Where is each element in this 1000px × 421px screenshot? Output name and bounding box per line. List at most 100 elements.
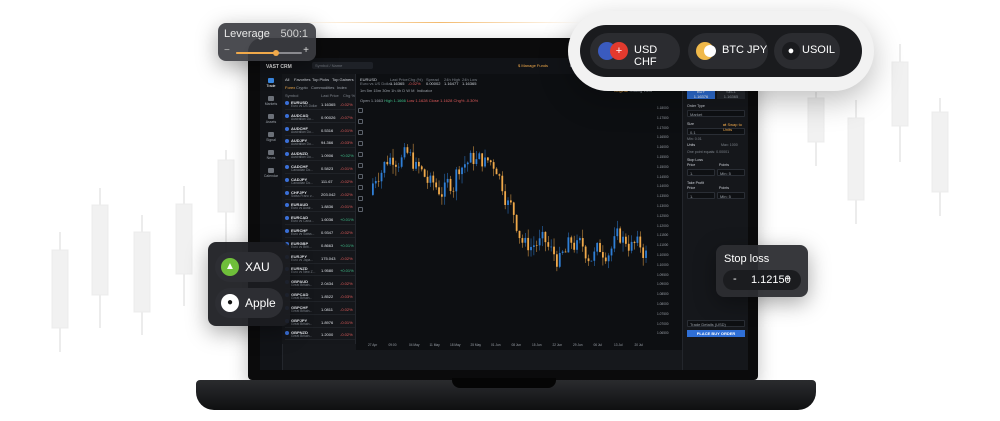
drawing-tools[interactable]	[356, 104, 364, 344]
sl-points-input[interactable]: Min: 5	[717, 169, 745, 176]
time-tick: 04 May	[409, 343, 420, 347]
subtab-forex[interactable]: Forex	[285, 85, 295, 90]
pair-chip-usoil[interactable]: ● USOIL	[774, 33, 840, 69]
watchlist-row[interactable]: GBPCAD Great Britain... 1.8522 -0.03%	[285, 292, 355, 302]
leverage-card[interactable]: Leverage 500:1 − +	[218, 23, 316, 61]
watchlist-row[interactable]: EURUSD Euro vs US Dollar 1.16365 -0.02%	[285, 100, 355, 110]
calendar-icon	[268, 168, 274, 173]
watchlist-row[interactable]: AUDJPY Australian Do... 94.366 -0.03%	[285, 138, 355, 149]
currency-flag-icon	[285, 229, 289, 233]
tab-all[interactable]: All	[285, 77, 289, 82]
nav-item-news[interactable]: News	[260, 150, 282, 160]
symbol-search-input[interactable]: Symbol / Name	[312, 62, 373, 69]
watchlist-row[interactable]: EURGBP Euro vs Briti... 0.8663 +0.01%	[285, 241, 355, 251]
intervals[interactable]: 1m 5m 15m 30m 1h 4h D W M	[360, 88, 414, 93]
watchlist-row[interactable]: GBPJPY Great Britain... 1.8976 -0.01%	[285, 318, 355, 328]
candle-body	[420, 166, 423, 170]
order-type-select[interactable]: Market	[687, 110, 745, 117]
sl-price-input[interactable]: 1.	[687, 169, 715, 176]
tp-price-input[interactable]: 1.	[687, 192, 715, 199]
row-desc: Canadian Do...	[291, 180, 313, 185]
leverage-slider[interactable]	[236, 50, 302, 56]
candle-body	[556, 254, 558, 267]
nav-item-label: Calendar	[263, 174, 279, 178]
candle-body	[558, 252, 561, 267]
row-change: -0.02%	[340, 306, 353, 312]
watchlist-row[interactable]: EURCHF Euro vs Swiss... 0.9347 -0.02%	[285, 228, 355, 238]
size-label: Size	[687, 122, 694, 126]
manage-funds-link[interactable]: $ Manage Funds	[518, 63, 548, 68]
candle-body	[587, 258, 590, 262]
row-price: 0.8663	[321, 242, 334, 248]
time-tick: 29 Jun	[573, 343, 583, 347]
watchlist-row[interactable]: CADJPY Canadian Do... 111.67 -0.02%	[285, 177, 355, 187]
oil-drop-icon: ●	[782, 42, 800, 60]
stop-loss-stepper[interactable]: - 1.12150 +	[723, 270, 801, 290]
row-change: +0.01%	[340, 242, 354, 248]
subtab-commodities[interactable]: Commodities	[311, 85, 334, 90]
row-change: -0.02%	[340, 178, 353, 184]
nav-item-trade[interactable]: Trade	[260, 78, 282, 88]
candle-body	[383, 161, 386, 173]
price-axis: 1.18000 1.17500 1.17000 1.16500 1.16000 1.155…	[654, 104, 682, 344]
pair-chip-btc-jpy[interactable]: BTC JPY	[688, 33, 768, 69]
stop-loss-decrease[interactable]: -	[733, 273, 737, 285]
leverage-label: Leverage	[224, 28, 270, 40]
watchlist-row[interactable]: EURAUD Euro vs Austr... 1.8836 -0.01%	[285, 202, 355, 213]
watchlist-row[interactable]: AUDCAD Australian Do... 0.90026 -0.07%	[285, 113, 355, 123]
buy-button[interactable]: BUY 1.16376	[687, 89, 715, 99]
place-buy-order-button[interactable]: PLACE BUY ORDER	[687, 330, 745, 337]
watchlist-row[interactable]: GBPAUD Great Britain... 2.0434 -0.02%	[285, 279, 355, 290]
candle-body	[406, 147, 409, 153]
asset-xau[interactable]: ▲ XAU	[215, 252, 283, 282]
buy-sell-toggle[interactable]: BUY 1.16376 SELL 1.16365	[687, 89, 745, 99]
price-tick: 1.14500	[657, 174, 669, 179]
brand-logo: VAST CRM	[266, 64, 292, 70]
watchlist-row[interactable]: EURCAD Euro vs Cana... 1.6036 +0.01%	[285, 215, 355, 226]
tp-points-input[interactable]: Min: 5	[717, 192, 745, 199]
pair-chip-usd-chf[interactable]: + USD CHF	[590, 33, 680, 69]
price-tick: 1.10000	[657, 262, 669, 267]
row-desc: Swiss Franc v...	[291, 193, 315, 198]
sell-button[interactable]: SELL 1.16365	[717, 89, 745, 99]
subtab-crypto[interactable]: Crypto	[296, 85, 308, 90]
tab-favorites[interactable]: Favorites	[294, 77, 310, 82]
watchlist-row[interactable]: AUDCHF Australian Do... 0.5316 -0.01%	[285, 126, 355, 136]
watchlist-row[interactable]: CHFJPY Swiss Franc v... 203.042 -0.02%	[285, 190, 355, 200]
watchlist-row[interactable]: GBPNZD Great Britain... 1.2000 -0.02%	[285, 330, 355, 341]
leverage-increase[interactable]: +	[303, 45, 309, 56]
nav-item-assets[interactable]: Assets	[260, 114, 282, 124]
leverage-slider-handle[interactable]	[272, 50, 279, 56]
candle-body	[464, 164, 466, 168]
row-change: -0.02%	[340, 281, 353, 287]
time-tick: 18 May	[450, 343, 461, 347]
watchlist-row[interactable]: EURNZD Euro vs New Z... 1.9580 +0.01%	[285, 266, 355, 277]
currency-flag-icon	[285, 177, 289, 182]
leverage-decrease[interactable]: −	[224, 45, 230, 56]
swap-units-button[interactable]: ⇄ Swap to Units	[723, 122, 748, 132]
currency-flag-icon	[285, 203, 289, 208]
nav-item-calendar[interactable]: Calendar	[260, 168, 282, 178]
time-tick: 27 Apr	[368, 343, 378, 347]
stop-loss-increase[interactable]: +	[785, 273, 791, 285]
candle-body	[576, 240, 578, 250]
interval-toolbar[interactable]: 1m 5m 15m 30m 1h 4h D W M Indicator	[360, 88, 432, 93]
tab-top-picks[interactable]: Top Picks	[312, 77, 329, 82]
nav-item-signal[interactable]: Signal	[260, 132, 282, 142]
watchlist-row[interactable]: CADCHF Canadian Do... 0.5823 -0.01%	[285, 164, 355, 174]
candle-body	[492, 162, 495, 169]
candle-body	[645, 250, 647, 258]
tab-top-gainers[interactable]: Top Gainers	[332, 77, 354, 82]
asset-apple[interactable]: ● Apple	[215, 288, 283, 318]
nav-item-markets[interactable]: Markets	[260, 96, 282, 106]
time-tick: 11 May	[429, 343, 440, 347]
indicators-button[interactable]: Indicator	[417, 88, 432, 93]
watchlist-row[interactable]: EURJPY Euro vs Japa... 175.043 -0.02%	[285, 254, 355, 264]
subtab-index[interactable]: Index	[337, 85, 347, 90]
candle-body	[619, 228, 622, 243]
candle-body	[458, 169, 461, 175]
candlestick-chart[interactable]	[366, 106, 654, 340]
watchlist-row[interactable]: AUDNZD Australian Do... 1.0906 +0.02%	[285, 151, 355, 162]
watchlist-row[interactable]: GBPCHF Great Britain... 1.0811 -0.02%	[285, 305, 355, 315]
trade-details-dropdown[interactable]: Trade Details (USD)	[687, 320, 745, 327]
